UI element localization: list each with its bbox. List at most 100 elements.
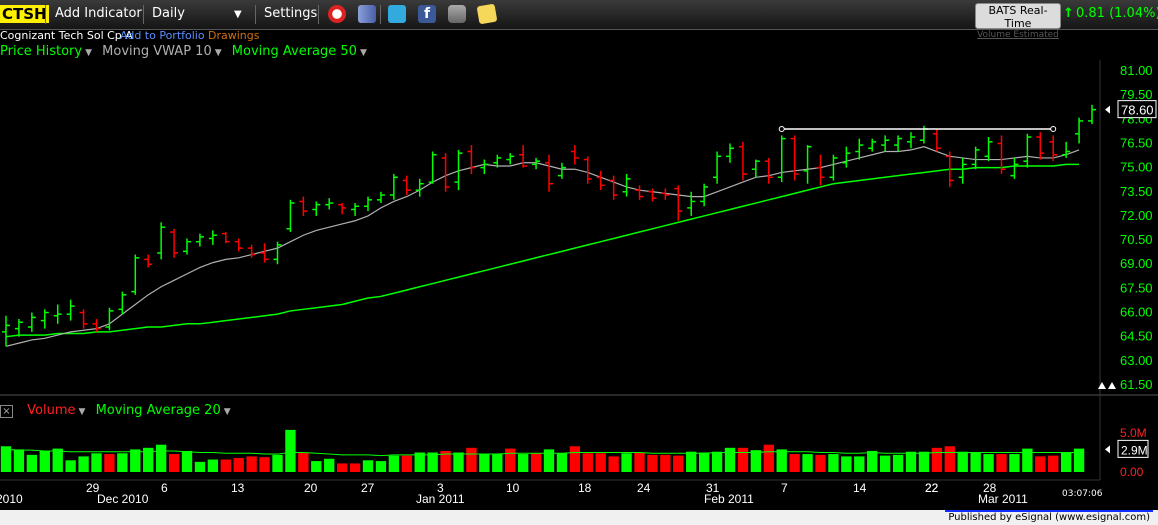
volume-bar	[944, 446, 955, 472]
volume-bar	[324, 458, 335, 472]
volume-bar	[311, 461, 322, 472]
volume-bar	[686, 451, 697, 472]
volume-bar	[117, 453, 128, 472]
volume-bar	[905, 451, 917, 472]
volume-bar	[1048, 455, 1059, 472]
volume-bar	[272, 454, 283, 472]
volume-bar	[427, 452, 438, 472]
volume-bar	[298, 452, 309, 472]
volume-bar	[246, 456, 257, 472]
y-tick-label: 76.50	[1120, 135, 1153, 150]
volume-bar	[336, 463, 348, 472]
volume-bar	[13, 449, 25, 472]
scroll-up-icon	[1098, 382, 1106, 389]
time-label: 03:07:06	[1062, 489, 1103, 499]
volume-bar	[375, 461, 387, 472]
volume-bar	[660, 454, 671, 472]
volume-bar	[750, 450, 762, 472]
volume-bar	[479, 454, 490, 472]
volume-bar	[259, 457, 270, 472]
volume-bar	[194, 461, 206, 472]
volume-bar	[401, 455, 412, 472]
x-tick-label: 6	[161, 481, 168, 495]
volume-bar	[608, 456, 619, 472]
vwap-line	[5, 146, 1080, 347]
y-tick-label: 79.50	[1120, 87, 1153, 102]
volume-bar	[647, 454, 658, 472]
volume-bar	[621, 453, 632, 472]
volume-bar	[789, 454, 800, 472]
footer: Published by eSignal (www.esignal.com)	[0, 510, 1158, 525]
volume-bar	[828, 454, 839, 472]
volume-bar	[466, 447, 477, 472]
resistance-handle	[1050, 125, 1057, 132]
last-volume-marker	[1105, 445, 1110, 454]
volume-bar	[737, 447, 749, 472]
x-tick-label: 7	[781, 481, 788, 495]
volume-bar	[530, 453, 542, 472]
volume-bar	[931, 447, 943, 472]
volume-bar	[698, 452, 710, 472]
y-tick-label: 75.00	[1120, 160, 1153, 175]
volume-bar	[543, 449, 555, 472]
volume-bar	[711, 451, 723, 472]
last-price-marker	[1105, 105, 1110, 114]
y-tick-label: 70.50	[1120, 232, 1153, 247]
volume-bar	[1035, 456, 1046, 472]
volume-ma20-line	[5, 448, 1080, 457]
chart[interactable]: 81.0079.5078.0076.5075.0073.5072.0070.50…	[0, 0, 1158, 525]
volume-bar	[39, 450, 50, 472]
volume-bar	[65, 460, 76, 472]
volume-bar	[776, 449, 787, 472]
volume-bar	[26, 454, 38, 472]
ma50-line	[5, 163, 1080, 338]
volume-bar	[362, 460, 374, 472]
volume-bar	[0, 446, 12, 472]
volume-bar	[673, 455, 684, 472]
progress-bar	[945, 510, 1153, 512]
volume-bar	[595, 453, 606, 472]
volume-bar	[854, 456, 865, 472]
scroll-up-icon	[1108, 382, 1116, 389]
volume-bar	[349, 463, 361, 472]
x-tick-label: Feb 2011	[704, 492, 754, 506]
volume-bar	[517, 454, 529, 472]
volume-bar	[724, 447, 736, 472]
volume-bar	[130, 449, 141, 472]
y-tick-label: 61.50	[1120, 377, 1153, 392]
x-tick-label: 14	[853, 481, 867, 495]
x-tick-label: 20	[304, 481, 318, 495]
last-volume-label: 2.9M	[1121, 443, 1148, 457]
volume-bar	[841, 456, 852, 472]
volume-bar	[52, 448, 63, 472]
volume-bar	[1009, 454, 1020, 472]
volume-bar	[918, 451, 930, 472]
y-tick-label: 69.00	[1120, 256, 1153, 271]
volume-bar	[556, 453, 568, 472]
volume-bar	[1060, 452, 1072, 472]
volume-bar	[78, 456, 89, 472]
last-price-label: 78.60	[1121, 103, 1154, 118]
volume-bar	[91, 453, 102, 472]
volume-bar	[634, 452, 645, 472]
y-tick-label: 81.00	[1120, 63, 1153, 78]
x-tick-label: 27	[361, 481, 375, 495]
volume-bar	[957, 451, 968, 472]
volume-bar	[168, 454, 180, 472]
volume-bar	[892, 454, 904, 472]
volume-bar	[285, 429, 296, 472]
volume-bar	[181, 450, 193, 472]
volume-bar	[802, 454, 813, 472]
volume-tick-label: 0.00	[1120, 465, 1144, 479]
x-tick-label: 13	[231, 481, 245, 495]
y-tick-label: 66.00	[1120, 305, 1153, 320]
volume-bar	[388, 455, 400, 472]
volume-bar	[815, 454, 826, 472]
volume-bar	[233, 457, 244, 472]
x-tick-label: 2010	[0, 492, 23, 506]
volume-bar	[970, 452, 981, 472]
volume-bar	[207, 459, 219, 472]
volume-bar	[453, 452, 464, 472]
volume-bar	[983, 454, 994, 472]
x-tick-label: 10	[506, 481, 520, 495]
